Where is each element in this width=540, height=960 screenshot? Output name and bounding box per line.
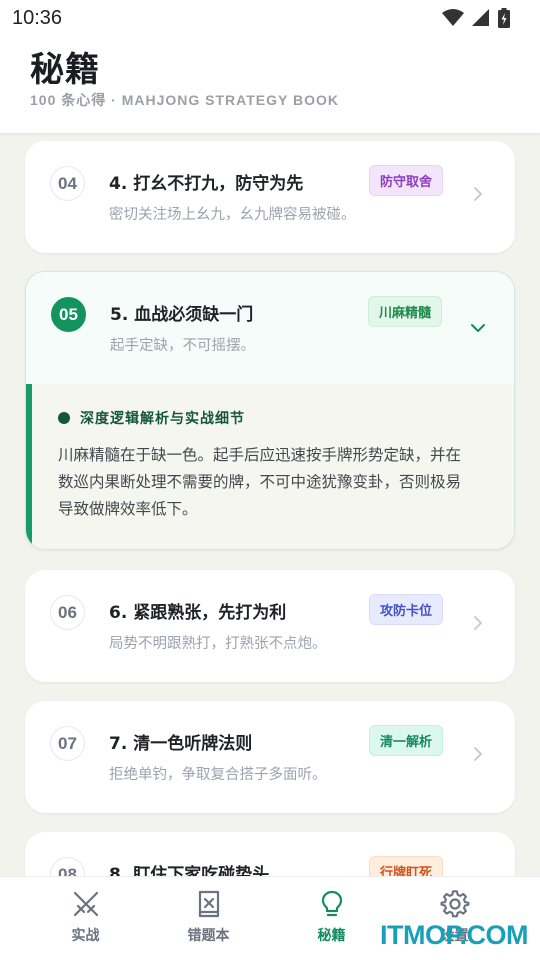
tip-description: 起手定缺，不可摇摆。 xyxy=(110,338,255,354)
status-icons xyxy=(442,8,510,28)
detail-line: 川麻精髓在于缺一色。起手后应迅速按手牌形势定缺，并在 xyxy=(58,446,462,464)
tip-description: 局势不明跟熟打，打熟张不点炮。 xyxy=(109,636,327,652)
tip-card[interactable]: 08 8. 盯住下家吃碰势头 行牌盯死 xyxy=(25,832,515,876)
chevron-right-icon[interactable] xyxy=(471,187,485,201)
chevron-right-icon[interactable] xyxy=(471,616,485,630)
tip-card-header[interactable] xyxy=(26,272,514,384)
nav-label: 错题本 xyxy=(187,928,230,944)
tip-description: 密切关注场上幺九，幺九牌容易被碰。 xyxy=(109,207,356,223)
nav-item-settings[interactable]: 设置 xyxy=(387,877,522,960)
tip-number: 08 xyxy=(50,857,85,876)
lightbulb-icon xyxy=(321,890,342,917)
nav-item-error-book[interactable]: 错题本 xyxy=(141,877,276,960)
page-header: 秘籍 100 条心得 · MAHJONG STRATEGY BOOK xyxy=(0,36,540,134)
page-subtitle: 100 条心得 · MAHJONG STRATEGY BOOK xyxy=(30,92,339,108)
tip-tag: 防守取舍 xyxy=(368,165,443,196)
tip-tag: 攻防卡位 xyxy=(368,594,443,625)
tip-tag: 行牌盯死 xyxy=(368,856,443,876)
tip-title: 5. 血战必须缺一门 xyxy=(110,305,254,325)
nav-label: 设置 xyxy=(440,928,469,944)
tip-tag: 川麻精髓 xyxy=(367,296,442,327)
nav-item-secrets[interactable]: 秘籍 xyxy=(264,877,399,960)
chevron-down-icon[interactable] xyxy=(470,322,486,334)
status-time: 10:36 xyxy=(12,6,63,29)
wifi-icon xyxy=(442,9,464,26)
chevron-right-icon[interactable] xyxy=(471,747,485,761)
battery-icon xyxy=(498,8,510,28)
nav-item-battle[interactable]: 实战 xyxy=(18,877,153,960)
tip-title: 4. 打幺不打九，防守为先 xyxy=(109,174,304,194)
detail-heading: 深度逻辑解析与实战细节 xyxy=(58,408,245,428)
nav-label: 实战 xyxy=(71,928,100,944)
detail-line: 数巡内果断处理不需要的牌，不可中途犹豫变卦，否则极易 xyxy=(58,473,462,491)
tip-title: 7. 清一色听牌法则 xyxy=(109,734,253,754)
nav-label: 秘籍 xyxy=(317,928,346,944)
signal-icon xyxy=(472,9,489,26)
tip-card[interactable]: 07 7. 清一色听牌法则 拒绝单钓，争取复合搭子多面听。 清一解析 xyxy=(25,701,515,813)
tip-number: 04 xyxy=(50,166,85,201)
detail-heading-text: 深度逻辑解析与实战细节 xyxy=(80,411,245,427)
tip-card[interactable]: 04 4. 打幺不打九，防守为先 密切关注场上幺九，幺九牌容易被碰。 防守取舍 xyxy=(25,141,515,253)
tips-list[interactable]: 04 4. 打幺不打九，防守为先 密切关注场上幺九，幺九牌容易被碰。 防守取舍 … xyxy=(0,134,540,876)
tip-detail-panel: 深度逻辑解析与实战细节 川麻精髓在于缺一色。起手后应迅速按手牌形势定缺，并在 数… xyxy=(26,384,514,549)
tip-number: 06 xyxy=(50,595,85,630)
tip-title: 6. 紧跟熟张，先打为利 xyxy=(109,603,287,623)
tip-tag: 清一解析 xyxy=(368,725,443,756)
bottom-nav: 实战 错题本 秘籍 设置 xyxy=(0,876,540,960)
detail-line: 导致做牌效率低下。 xyxy=(58,500,198,518)
status-bar: 10:36 xyxy=(0,0,540,36)
tip-card[interactable]: 06 6. 紧跟熟张，先打为利 局势不明跟熟打，打熟张不点炮。 攻防卡位 xyxy=(25,570,515,682)
tip-description: 拒绝单钓，争取复合搭子多面听。 xyxy=(109,767,327,783)
bullet-dot-icon xyxy=(58,412,70,424)
tip-card-expanded[interactable]: 05 5. 血战必须缺一门 起手定缺，不可摇摆。 川麻精髓 深度逻辑解析与实战细… xyxy=(25,271,515,550)
tip-number: 05 xyxy=(51,297,86,332)
page-title: 秘籍 xyxy=(30,50,100,90)
tip-number: 07 xyxy=(50,726,85,761)
gear-icon xyxy=(439,890,469,918)
error-book-icon xyxy=(198,890,219,918)
crossed-swords-icon xyxy=(73,891,98,917)
detail-body: 川麻精髓在于缺一色。起手后应迅速按手牌形势定缺，并在 数巡内果断处理不需要的牌，… xyxy=(58,442,498,523)
tip-title: 8. 盯住下家吃碰势头 xyxy=(109,865,270,876)
